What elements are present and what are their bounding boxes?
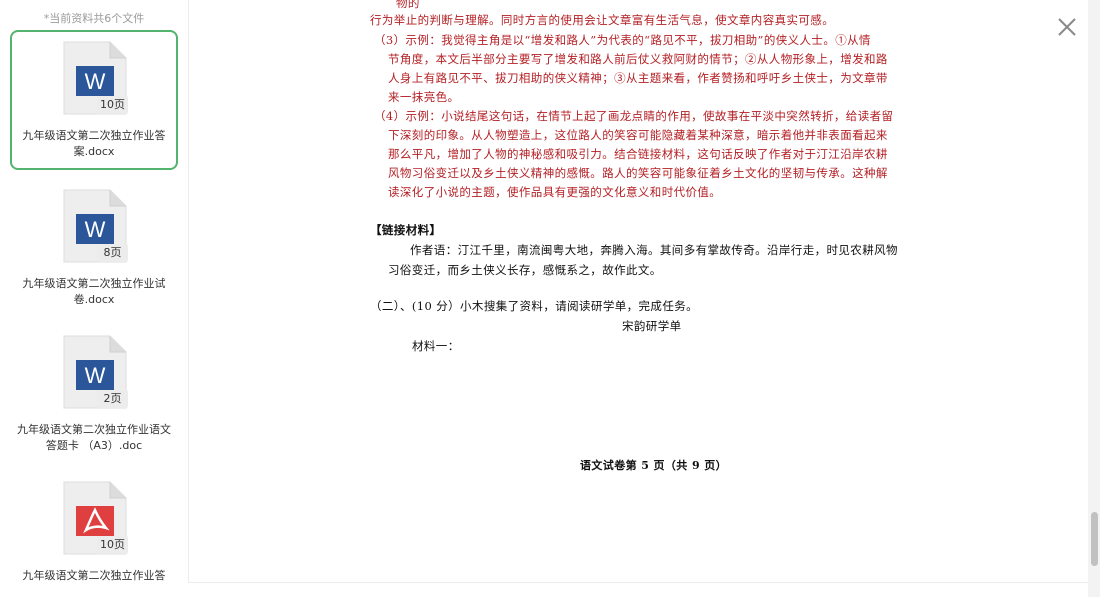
scrollbar-thumb[interactable]	[1091, 512, 1098, 566]
file-count-label: *当前资料共6个文件	[43, 12, 145, 25]
page-count-badge: 8页	[97, 244, 128, 262]
answer-text-line: 物的	[396, 0, 420, 10]
file-item[interactable]: W 8页 九年级语文第二次独立作业试卷.docx	[10, 178, 178, 318]
svg-text:W: W	[85, 69, 106, 94]
svg-text:W: W	[85, 217, 106, 242]
bottom-bar	[188, 582, 1088, 598]
answer-text-line: 读深化了小说的主题，使作品具有更强的文化意义和时代价值。	[388, 185, 722, 199]
answer-text-line: 来一抹亮色。	[388, 90, 460, 104]
file-name: 九年级语文第二次独立作业答	[22, 569, 166, 582]
page-count-badge: 10页	[97, 536, 128, 554]
answer-text-line: 下深刻的印象。从人物塑造上，这位路人的笑容可能隐藏着某种深意，暗示着他并非表面看…	[388, 128, 888, 142]
file-item[interactable]: W 10页 九年级语文第二次独立作业答案.docx	[10, 30, 178, 170]
answer-text-line: 那么平凡，增加了人物的神秘感和吸引力。结合链接材料，这句话反映了作者对于汀江沿岸…	[388, 147, 888, 161]
svg-text:W: W	[85, 363, 106, 388]
answer-text-line: （4）示例：小说结尾这句话，在情节上起了画龙点睛的作用，使故事在平淡中突然转折，…	[374, 109, 894, 123]
close-button[interactable]	[1052, 12, 1082, 42]
section-heading: 【链接材料】	[370, 223, 442, 237]
document-viewer: 物的 行为举止的判断与理解。同时方言的使用会让文章富有生活气息，使文章内容真实可…	[190, 0, 1086, 597]
body-text-line: 作者语：汀江千里，南流闽粤大地，奔腾入海。其间多有掌故传奇。沿岸行走，时见农耕风…	[410, 243, 898, 257]
file-name: 九年级语文第二次独立作业答案.docx	[22, 129, 166, 158]
close-icon	[1058, 18, 1076, 36]
page-footer: 语文试卷第 5 页（共 9 页）	[580, 459, 728, 472]
body-text-line: 习俗变迁，而乡土侠义长存，感慨系之，故作此文。	[388, 263, 662, 277]
answer-text-line: 行为举止的判断与理解。同时方言的使用会让文章富有生活气息，使文章内容真实可感。	[370, 13, 835, 27]
material-label: 材料一：	[412, 339, 460, 353]
file-item[interactable]: W 2页 九年级语文第二次独立作业语文答题卡 （A3）.doc	[10, 324, 178, 464]
answer-text-line: （3）示例：我觉得主角是以“增发和路人”为代表的“路见不平，拔刀相助”的侠义人士…	[374, 33, 871, 47]
answer-text-line: 人身上有路见不平、拔刀相助的侠义精神；③从主题来看，作者赞扬和呼吁乡土侠士，为文…	[388, 71, 888, 85]
vertical-scrollbar[interactable]	[1088, 0, 1100, 597]
page-count-badge: 10页	[97, 96, 128, 114]
worksheet-title: 宋韵研学单	[622, 319, 682, 333]
file-name: 九年级语文第二次独立作业语文答题卡 （A3）.doc	[17, 423, 171, 452]
file-name: 九年级语文第二次独立作业试卷.docx	[22, 277, 166, 306]
file-list-sidebar: *当前资料共6个文件 W 10页 九年级语文第二次独立作业答案.docx W 8…	[0, 0, 189, 597]
answer-text-line: 风物习俗变迁以及乡土侠义精神的感慨。路人的笑容可能象征着乡土文化的坚韧与传承。这…	[388, 166, 888, 180]
question-text-line: （二）、(10 分）小木搜集了资料，请阅读研学单，完成任务。	[370, 299, 699, 313]
file-item[interactable]: 10页 九年级语文第二次独立作业答	[10, 470, 178, 597]
answer-text-line: 节角度，本文后半部分主要写了增发和路人前后仗义救阿财的情节；②从人物形象上，增发…	[388, 52, 888, 66]
page-count-badge: 2页	[97, 390, 128, 408]
